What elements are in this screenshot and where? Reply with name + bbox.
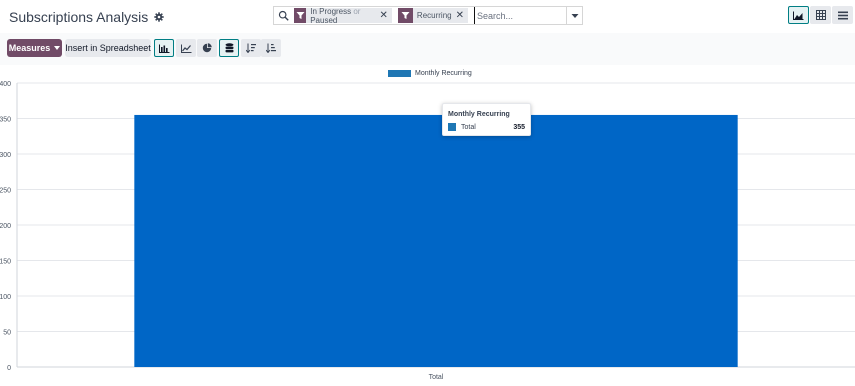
- list-icon: [837, 11, 848, 19]
- gear-icon[interactable]: [154, 12, 164, 22]
- y-tick-label: 50: [3, 330, 11, 337]
- y-tick-label: 300: [0, 152, 11, 159]
- chevron-down-icon: [571, 13, 578, 18]
- measures-label: Measures: [8, 43, 51, 53]
- search-bar: In Progress or Paused ✕ Recurring ✕: [273, 6, 567, 25]
- legend-label: Monthly Recurring: [415, 70, 472, 77]
- y-tick-label: 100: [0, 294, 11, 301]
- search-options-toggle[interactable]: [567, 6, 583, 25]
- filter-icon: [397, 8, 413, 23]
- pie-chart-icon: [202, 43, 212, 53]
- stacked-button[interactable]: [219, 39, 239, 57]
- line-chart-icon: [180, 44, 191, 53]
- measures-button[interactable]: Measures: [7, 39, 62, 57]
- x-tick-label: Total: [429, 374, 444, 381]
- page-title-wrap: Subscriptions Analysis: [9, 9, 164, 25]
- legend-swatch: [388, 70, 411, 77]
- search-input[interactable]: [474, 7, 566, 24]
- search-facet-status: In Progress or Paused ✕: [293, 6, 392, 25]
- y-tick-label: 250: [0, 188, 11, 195]
- insert-in-spreadsheet-button[interactable]: Insert in Spreadsheet: [65, 39, 151, 57]
- graph-view-button[interactable]: [788, 6, 809, 24]
- pie-chart-button[interactable]: [197, 39, 217, 57]
- y-tick-label: 400: [0, 81, 11, 88]
- sort-ascending-icon: [266, 43, 276, 53]
- y-tick-label: 200: [0, 223, 11, 230]
- chart-tooltip: Monthly Recurring Total 355: [442, 103, 531, 136]
- line-chart-button[interactable]: [176, 39, 196, 57]
- tooltip-title: Monthly Recurring: [448, 111, 510, 118]
- facet-label: Recurring: [416, 11, 452, 20]
- sort-descending-button[interactable]: [241, 39, 261, 57]
- page-title: Subscriptions Analysis: [9, 9, 149, 25]
- chart-legend[interactable]: Monthly Recurring: [388, 70, 472, 77]
- graph-toolbar: Measures Insert in Spreadsheet: [0, 33, 855, 65]
- pivot-view-button[interactable]: [810, 6, 831, 24]
- bar-chart: 0 50 100 150 200 250 300 350 400 Total: [0, 81, 855, 381]
- area-chart-icon: [793, 11, 804, 20]
- tooltip-swatch: [448, 123, 456, 131]
- y-tick-label: 350: [0, 117, 11, 124]
- y-tick-label: 0: [7, 365, 11, 372]
- filter-icon: [293, 8, 307, 23]
- bar[interactable]: [134, 114, 738, 367]
- chart-area: 0 50 100 150 200 250 300 350 400 Total: [0, 65, 855, 381]
- database-stack-icon: [225, 43, 233, 53]
- bar-chart-icon: [158, 44, 169, 53]
- bar-chart-button[interactable]: [154, 39, 174, 57]
- view-switcher: [787, 6, 853, 24]
- facet-label: In Progress or Paused: [310, 6, 361, 25]
- list-view-button[interactable]: [832, 6, 853, 24]
- search-facet-recurring: Recurring ✕: [397, 8, 468, 23]
- control-panel: Subscriptions Analysis In Progress or Pa…: [0, 0, 855, 33]
- sort-ascending-button[interactable]: [261, 39, 281, 57]
- y-tick-label: 150: [0, 259, 11, 266]
- remove-facet-icon[interactable]: ✕: [380, 10, 392, 21]
- sort-descending-icon: [246, 43, 256, 53]
- remove-facet-icon[interactable]: ✕: [456, 10, 468, 21]
- tooltip-label: Total: [461, 124, 476, 131]
- table-icon: [815, 10, 826, 20]
- caret-down-icon: [54, 46, 61, 50]
- search-icon[interactable]: [278, 9, 290, 23]
- tooltip-value: 355: [513, 124, 525, 131]
